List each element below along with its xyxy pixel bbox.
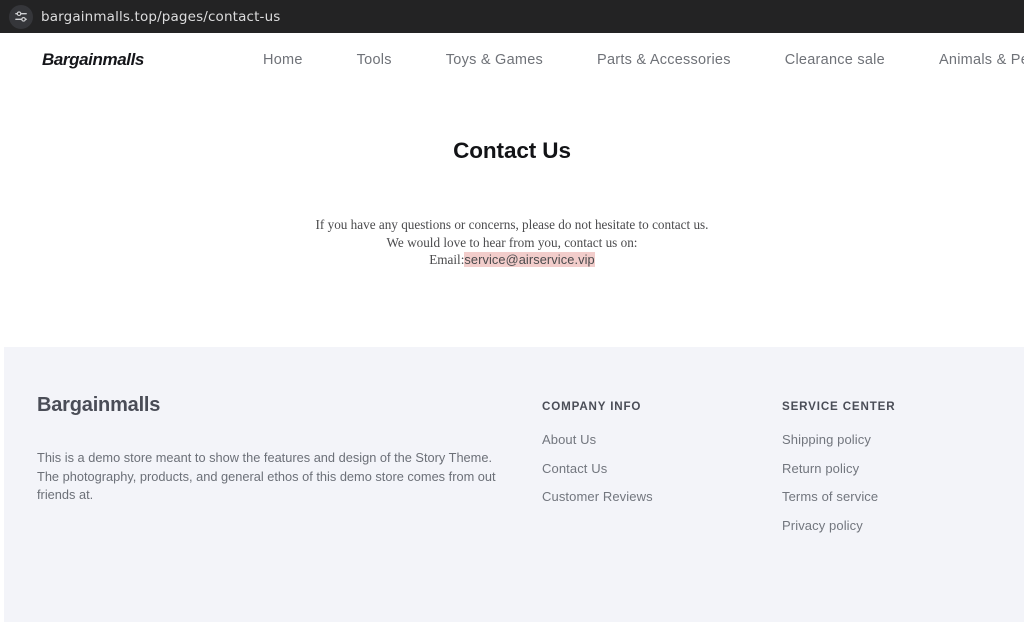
- contact-email-line: Email:service@airservice.vip: [0, 251, 1024, 269]
- footer-link-return-policy[interactable]: Return policy: [782, 461, 859, 476]
- page-viewport: Bargainmalls Home Tools Toys & Games Par…: [0, 33, 1024, 622]
- footer-brand: Bargainmalls: [37, 394, 161, 416]
- footer-link-about-us[interactable]: About Us: [542, 432, 596, 447]
- list-item: Return policy: [782, 460, 895, 478]
- footer-inner: Bargainmalls This is a demo store meant …: [4, 347, 1024, 545]
- nav-item-clearance-sale[interactable]: Clearance sale: [785, 52, 885, 68]
- footer-heading-company-info: Company Info: [542, 400, 642, 413]
- footer-links-service-center: Shipping policy Return policy Terms of s…: [782, 431, 895, 535]
- email-label: Email:: [429, 252, 465, 267]
- contact-info-block: If you have any questions or concerns, p…: [0, 216, 1024, 269]
- footer-column-service-center: Service Center Shipping policy Return po…: [782, 394, 895, 545]
- footer-link-terms-of-service[interactable]: Terms of service: [782, 489, 878, 504]
- site-header: Bargainmalls Home Tools Toys & Games Par…: [0, 33, 1024, 86]
- nav-item-toys-games[interactable]: Toys & Games: [446, 52, 543, 68]
- main-nav: Home Tools Toys & Games Parts & Accessor…: [263, 52, 1024, 68]
- nav-item-home[interactable]: Home: [263, 52, 303, 68]
- email-value[interactable]: service@airservice.vip: [464, 252, 595, 267]
- nav-item-parts-accessories[interactable]: Parts & Accessories: [597, 52, 731, 68]
- list-item: About Us: [542, 431, 782, 449]
- footer-link-privacy-policy[interactable]: Privacy policy: [782, 518, 863, 533]
- list-item: Terms of service: [782, 488, 895, 506]
- contact-paragraph-line-1: If you have any questions or concerns, p…: [315, 217, 709, 232]
- footer-column-company-info: Company Info About Us Contact Us Custome…: [542, 394, 782, 545]
- sliders-icon[interactable]: [9, 4, 33, 29]
- footer-about-column: Bargainmalls This is a demo store meant …: [37, 394, 542, 545]
- footer-heading-service-center: Service Center: [782, 400, 896, 413]
- contact-paragraph-line-2: We would love to hear from you, contact …: [386, 234, 638, 250]
- site-logo[interactable]: Bargainmalls: [42, 50, 144, 70]
- nav-item-animals-pet-supplies[interactable]: Animals & Pet Supplies: [939, 52, 1024, 68]
- footer-links-company-info: About Us Contact Us Customer Reviews: [542, 431, 782, 506]
- url-text[interactable]: bargainmalls.top/pages/contact-us: [41, 9, 280, 25]
- list-item: Customer Reviews: [542, 488, 782, 506]
- footer-link-customer-reviews[interactable]: Customer Reviews: [542, 489, 653, 504]
- browser-url-bar: bargainmalls.top/pages/contact-us: [0, 0, 1024, 33]
- list-item: Shipping policy: [782, 431, 895, 449]
- page-title: Contact Us: [453, 138, 571, 163]
- footer-description: This is a demo store meant to show the f…: [37, 450, 496, 503]
- footer-link-contact-us[interactable]: Contact Us: [542, 461, 607, 476]
- list-item: Contact Us: [542, 460, 782, 478]
- main-content: Contact Us If you have any questions or …: [0, 86, 1024, 347]
- nav-item-tools[interactable]: Tools: [357, 52, 392, 68]
- list-item: Privacy policy: [782, 517, 895, 535]
- site-footer: Bargainmalls This is a demo store meant …: [0, 347, 1024, 622]
- footer-link-shipping-policy[interactable]: Shipping policy: [782, 432, 871, 447]
